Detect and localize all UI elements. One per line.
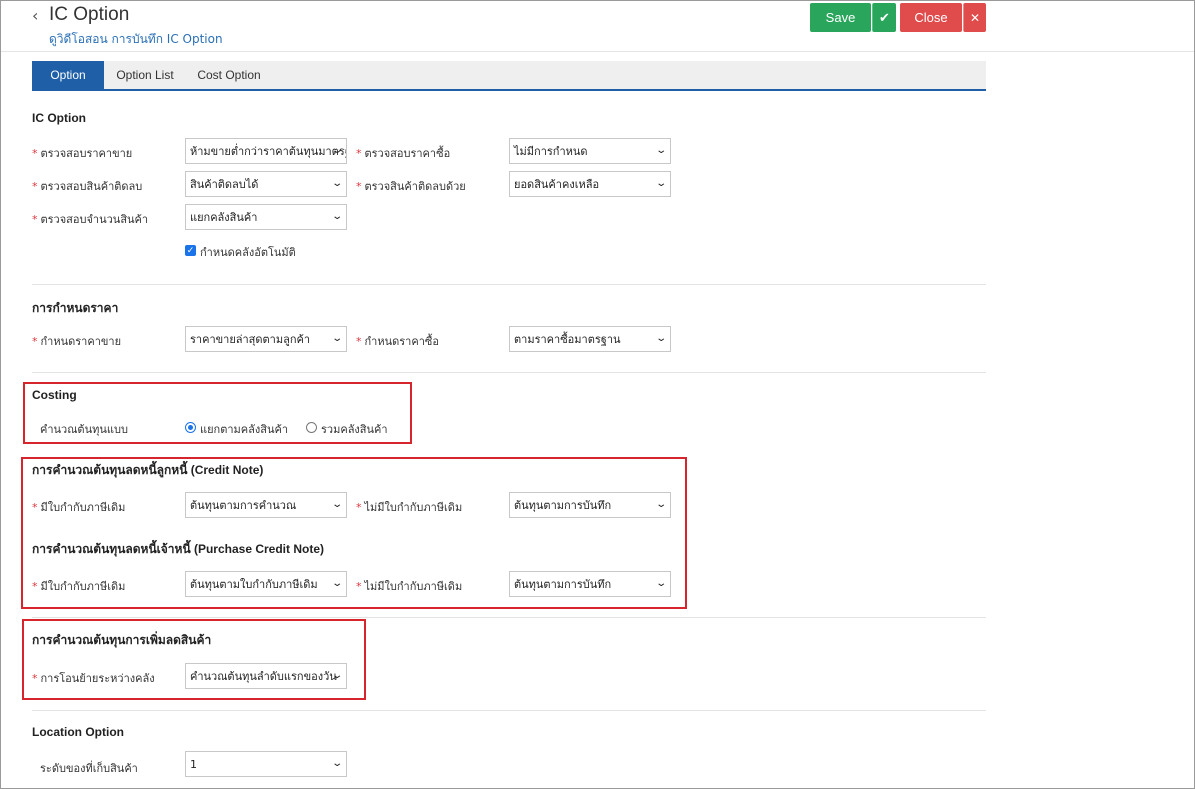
- negative-stock-select[interactable]: สินค้าติดลบได้ ⌄: [185, 171, 347, 197]
- back-icon[interactable]: ‹: [32, 6, 38, 25]
- adjust-heading: การคำนวณต้นทุนการเพิ่มลดสินค้า: [32, 633, 212, 647]
- section-divider: [32, 710, 986, 711]
- chevron-down-icon: ⌄: [654, 333, 667, 344]
- save-button[interactable]: Save: [810, 3, 871, 32]
- close-x-icon[interactable]: ✕: [963, 3, 986, 32]
- chevron-down-icon: ⌄: [330, 670, 343, 681]
- chevron-down-icon: ⌄: [654, 499, 667, 510]
- pricing-heading: การกำหนดราคา: [32, 301, 119, 315]
- location-level-label: ระดับของที่เก็บสินค้า: [40, 762, 138, 775]
- qty-check-label: * ตรวจสอบจำนวนสินค้า: [32, 213, 149, 226]
- sell-price-check-select[interactable]: ห้ามขายต่ำกว่าราคาต้นทุนมาตรฐาน⌄: [185, 138, 347, 164]
- costing-heading: Costing: [32, 388, 77, 402]
- costing-separate-label: แยกตามคลังสินค้า: [200, 423, 289, 436]
- pcn-with-invoice-label: * มีใบกำกับภาษีเดิม: [32, 580, 126, 593]
- costing-combined-label: รวมคลังสินค้า: [321, 423, 388, 436]
- costing-separate-radio[interactable]: [185, 422, 196, 433]
- location-heading: Location Option: [32, 725, 124, 739]
- tab-option-list[interactable]: Option List: [108, 61, 182, 89]
- pcn-without-invoice-label: * ไม่มีใบกำกับภาษีเดิม: [356, 580, 463, 593]
- sell-price-select[interactable]: ราคาขายล่าสุดตามลูกค้า ⌄: [185, 326, 347, 352]
- ic-option-heading: IC Option: [32, 111, 86, 125]
- transfer-label: * การโอนย้ายระหว่างคลัง: [32, 672, 155, 685]
- buy-price-select[interactable]: ตามราคาซื้อมาตรฐาน ⌄: [509, 326, 671, 352]
- sell-price-check-label: * ตรวจสอบราคาขาย: [32, 147, 133, 160]
- section-divider: [32, 284, 986, 285]
- qty-check-select[interactable]: แยกคลังสินค้า ⌄: [185, 204, 347, 230]
- chevron-down-icon: ⌄: [330, 578, 343, 589]
- credit-note-heading: การคำนวณต้นทุนลดหนี้ลูกหนี้ (Credit Note…: [32, 463, 264, 477]
- cn-with-invoice-label: * มีใบกำกับภาษีเดิม: [32, 501, 126, 514]
- tab-option[interactable]: Option: [32, 61, 104, 89]
- header-divider: [1, 51, 1194, 52]
- buy-price-check-select[interactable]: ไม่มีการกำหนด ⌄: [509, 138, 671, 164]
- chevron-down-icon: ⌄: [330, 211, 343, 222]
- section-divider: [32, 372, 986, 373]
- tab-bar: Option Option List Cost Option: [32, 61, 986, 91]
- buy-price-label: * กำหนดราคาซื้อ: [356, 335, 439, 348]
- auto-warehouse-checkbox[interactable]: ✓: [185, 245, 196, 256]
- chevron-down-icon: ⌄: [330, 499, 343, 510]
- chevron-down-icon: ⌄: [654, 178, 667, 189]
- negative-stock-by-select[interactable]: ยอดสินค้าคงเหลือ ⌄: [509, 171, 671, 197]
- save-options-check-icon[interactable]: ✔: [872, 3, 896, 32]
- cn-without-invoice-select[interactable]: ต้นทุนตามการบันทึก ⌄: [509, 492, 671, 518]
- costing-combined-radio[interactable]: [306, 422, 317, 433]
- chevron-down-icon: ⌄: [330, 178, 343, 189]
- pcn-with-invoice-select[interactable]: ต้นทุนตามใบกำกับภาษีเดิม ⌄: [185, 571, 347, 597]
- costing-method-label: คำนวณต้นทุนแบบ: [40, 423, 128, 436]
- transfer-select[interactable]: คำนวณต้นทุนลำดับแรกของวัน ⌄: [185, 663, 347, 689]
- chevron-down-icon: ⌄: [330, 333, 343, 344]
- pcn-without-invoice-select[interactable]: ต้นทุนตามการบันทึก ⌄: [509, 571, 671, 597]
- video-tutorial-link[interactable]: ดูวิดีโอสอน การบันทึก IC Option: [49, 30, 223, 49]
- purchase-credit-note-heading: การคำนวณต้นทุนลดหนี้เจ้าหนี้ (Purchase C…: [32, 542, 325, 556]
- sell-price-label: * กำหนดราคาขาย: [32, 335, 122, 348]
- tab-cost-option[interactable]: Cost Option: [190, 61, 268, 89]
- chevron-down-icon: ⌄: [654, 145, 667, 156]
- auto-warehouse-label: กำหนดคลังอัตโนมัติ: [200, 246, 296, 259]
- negative-stock-label: * ตรวจสอบสินค้าติดลบ: [32, 180, 143, 193]
- buy-price-check-label: * ตรวจสอบราคาซื้อ: [356, 147, 451, 160]
- close-button[interactable]: Close: [900, 3, 962, 32]
- page-title: IC Option: [49, 4, 130, 25]
- chevron-down-icon: ⌄: [330, 145, 343, 156]
- cn-without-invoice-label: * ไม่มีใบกำกับภาษีเดิม: [356, 501, 463, 514]
- location-level-select[interactable]: 1 ⌄: [185, 751, 347, 777]
- chevron-down-icon: ⌄: [654, 578, 667, 589]
- section-divider: [32, 617, 986, 618]
- cn-with-invoice-select[interactable]: ต้นทุนตามการคำนวณ ⌄: [185, 492, 347, 518]
- chevron-down-icon: ⌄: [330, 758, 343, 769]
- negative-stock-by-label: * ตรวจสินค้าติดลบด้วย: [356, 180, 466, 193]
